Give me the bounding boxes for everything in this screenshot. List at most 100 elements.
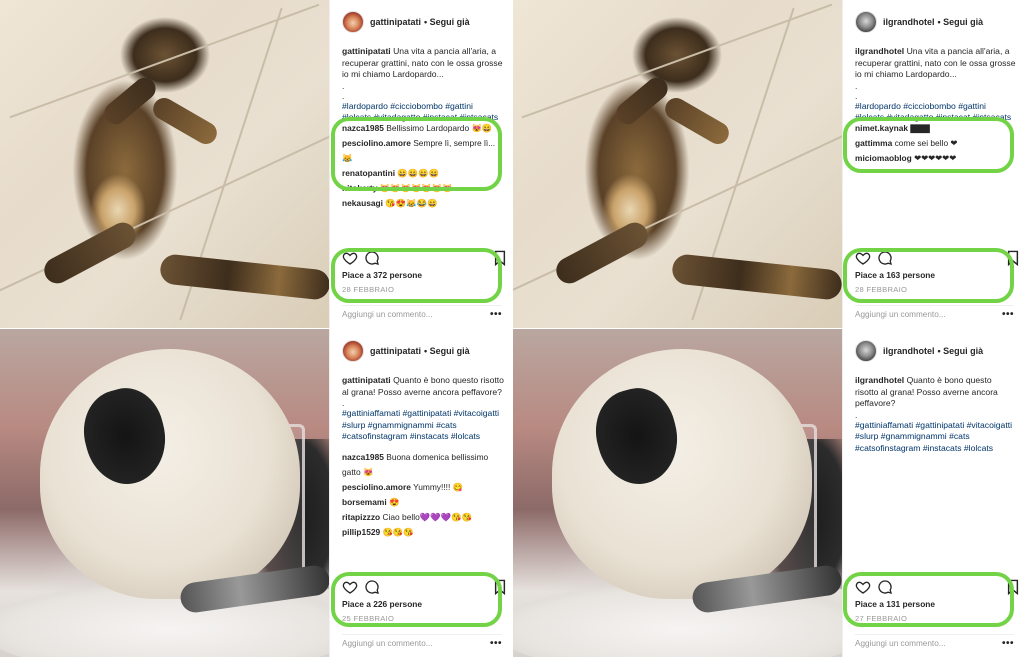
comment-text: Ciao bello💜💜💜😘😘 (382, 512, 472, 522)
post-photo[interactable] (512, 0, 842, 328)
comparison-grid: gattinipatati • Segui già gattinipatati … (0, 0, 1024, 657)
comment-text: come sei bello ❤ (894, 138, 958, 148)
caption-hashtags[interactable]: #gattiniaffamati #gattinipatati #vitacoi… (342, 408, 504, 443)
post-username[interactable]: ilgrandhotel (883, 17, 935, 27)
caption-hashtags[interactable]: #gattiniaffamati #gattinipatati #vitacoi… (855, 420, 1016, 455)
bookmark-icon[interactable] (1007, 250, 1019, 266)
post-actions (855, 579, 1019, 599)
likes-count[interactable]: Piace a 163 persone (855, 270, 935, 280)
comment-icon[interactable] (877, 250, 893, 266)
heart-icon[interactable] (342, 579, 358, 595)
post-actions (855, 250, 1019, 270)
comment-user[interactable]: nimet.kaynak (855, 123, 908, 133)
avatar[interactable] (342, 340, 364, 362)
post-date[interactable]: 28 FEBBRAIO (342, 285, 394, 294)
post-actions (342, 579, 506, 599)
post-date[interactable]: 28 FEBBRAIO (855, 285, 907, 294)
comment-user[interactable]: nazca1985 (342, 452, 384, 462)
post-ilgrandhotel-risotto: ilgrandhotel • Segui già ilgrandhotel Qu… (512, 329, 1024, 657)
add-comment-input[interactable] (855, 310, 975, 319)
cat-leg (39, 218, 141, 288)
heart-icon[interactable] (855, 250, 871, 266)
comment-icon[interactable] (364, 579, 380, 595)
more-icon[interactable]: ••• (490, 309, 502, 320)
post-photo[interactable] (512, 329, 842, 657)
comment-user[interactable]: nitokerty (342, 183, 377, 193)
add-comment-bar: ••• (342, 305, 502, 323)
more-icon[interactable]: ••• (1002, 309, 1014, 320)
post-date[interactable]: 25 FEBBRAIO (342, 614, 394, 623)
cat-paw (661, 93, 733, 149)
post-caption: ilgrandhotel Una vita a pancia all'aria,… (855, 46, 1016, 124)
comment: nimet.kaynak ▇▇▇ (855, 121, 1018, 136)
comment-user[interactable]: borsemami (342, 497, 387, 507)
post-username[interactable]: gattinipatati (370, 346, 421, 356)
comment: nazca1985 Buona domenica bellissimo gatt… (342, 450, 506, 480)
comment-icon[interactable] (364, 250, 380, 266)
comment-text: 😍 (389, 497, 400, 507)
comment: gattimma come sei bello ❤ (855, 136, 1018, 151)
follow-status[interactable]: • Segui già (424, 346, 470, 356)
comment-text: Yummy!!!! 😋 (413, 482, 464, 492)
avatar[interactable] (855, 11, 877, 33)
caption-username[interactable]: ilgrandhotel (855, 46, 904, 56)
comment-user[interactable]: pesciolino.amore (342, 138, 411, 148)
comment-user[interactable]: nekausagi (342, 198, 383, 208)
add-comment-input[interactable] (342, 639, 462, 648)
comment-user[interactable]: miciomaoblog (855, 153, 912, 163)
avatar[interactable] (855, 340, 877, 362)
post-side-panel: gattinipatati • Segui già gattinipatati … (329, 329, 512, 657)
add-comment-input[interactable] (342, 310, 462, 319)
caption-dot: . (855, 90, 858, 101)
bookmark-icon[interactable] (494, 579, 506, 595)
follow-status[interactable]: • Segui già (424, 17, 470, 27)
post-photo[interactable] (0, 0, 329, 328)
row-divider (0, 328, 1024, 329)
cat-body (552, 349, 812, 599)
likes-count[interactable]: Piace a 372 persone (342, 270, 422, 280)
likes-count[interactable]: Piace a 131 persone (855, 599, 935, 609)
follow-status[interactable]: • Segui già (938, 17, 984, 27)
comment-text: ▇▇▇ (910, 123, 930, 133)
comment: nekausagi 😘😍😹😂😄 (342, 196, 506, 211)
comment-user[interactable]: nazca1985 (342, 123, 384, 133)
post-gattinipatati-lardopardo: gattinipatati • Segui già gattinipatati … (0, 0, 512, 328)
cat-paw (149, 93, 221, 149)
caption-dot: . (342, 398, 345, 408)
post-photo[interactable] (0, 329, 329, 657)
post-username[interactable]: gattinipatati (370, 17, 421, 27)
comment-list: nimet.kaynak ▇▇▇ gattimma come sei bello… (855, 121, 1018, 166)
comment-text: 😄😄😄😄 (397, 168, 440, 178)
cat-tail (670, 253, 842, 301)
comment-text: 😘😘😘 (382, 527, 414, 537)
post-date[interactable]: 27 FEBBRAIO (855, 614, 907, 623)
comment-user[interactable]: gattimma (855, 138, 892, 148)
comment-user[interactable]: renatopantini (342, 168, 395, 178)
cat-tail (158, 253, 329, 301)
more-icon[interactable]: ••• (1002, 638, 1014, 649)
caption-username[interactable]: gattinipatati (342, 375, 391, 385)
avatar[interactable] (342, 11, 364, 33)
heart-icon[interactable] (855, 579, 871, 595)
comment: renatopantini 😄😄😄😄 (342, 166, 506, 181)
comment-text: 😘😍😹😂😄 (385, 198, 438, 208)
comment-text: 😻😻😻😻😻😻😻 (379, 183, 453, 193)
post-username[interactable]: ilgrandhotel (883, 346, 935, 356)
bookmark-icon[interactable] (1007, 579, 1019, 595)
post-caption: gattinipatati Una vita a pancia all'aria… (342, 46, 504, 124)
more-icon[interactable]: ••• (490, 638, 502, 649)
caption-username[interactable]: ilgrandhotel (855, 375, 904, 385)
comment-user[interactable]: pesciolino.amore (342, 482, 411, 492)
comment-user[interactable]: ritapizzzo (342, 512, 380, 522)
bookmark-icon[interactable] (494, 250, 506, 266)
comment-icon[interactable] (877, 579, 893, 595)
comment-user[interactable]: pillip1529 (342, 527, 380, 537)
comment-list: nazca1985 Buona domenica bellissimo gatt… (342, 450, 506, 540)
comment: miciomaoblog ❤❤❤❤❤❤ (855, 151, 1018, 166)
comment: pesciolino.amore Yummy!!!! 😋 (342, 480, 506, 495)
caption-username[interactable]: gattinipatati (342, 46, 391, 56)
follow-status[interactable]: • Segui già (938, 346, 984, 356)
likes-count[interactable]: Piace a 226 persone (342, 599, 422, 609)
heart-icon[interactable] (342, 250, 358, 266)
add-comment-input[interactable] (855, 639, 975, 648)
